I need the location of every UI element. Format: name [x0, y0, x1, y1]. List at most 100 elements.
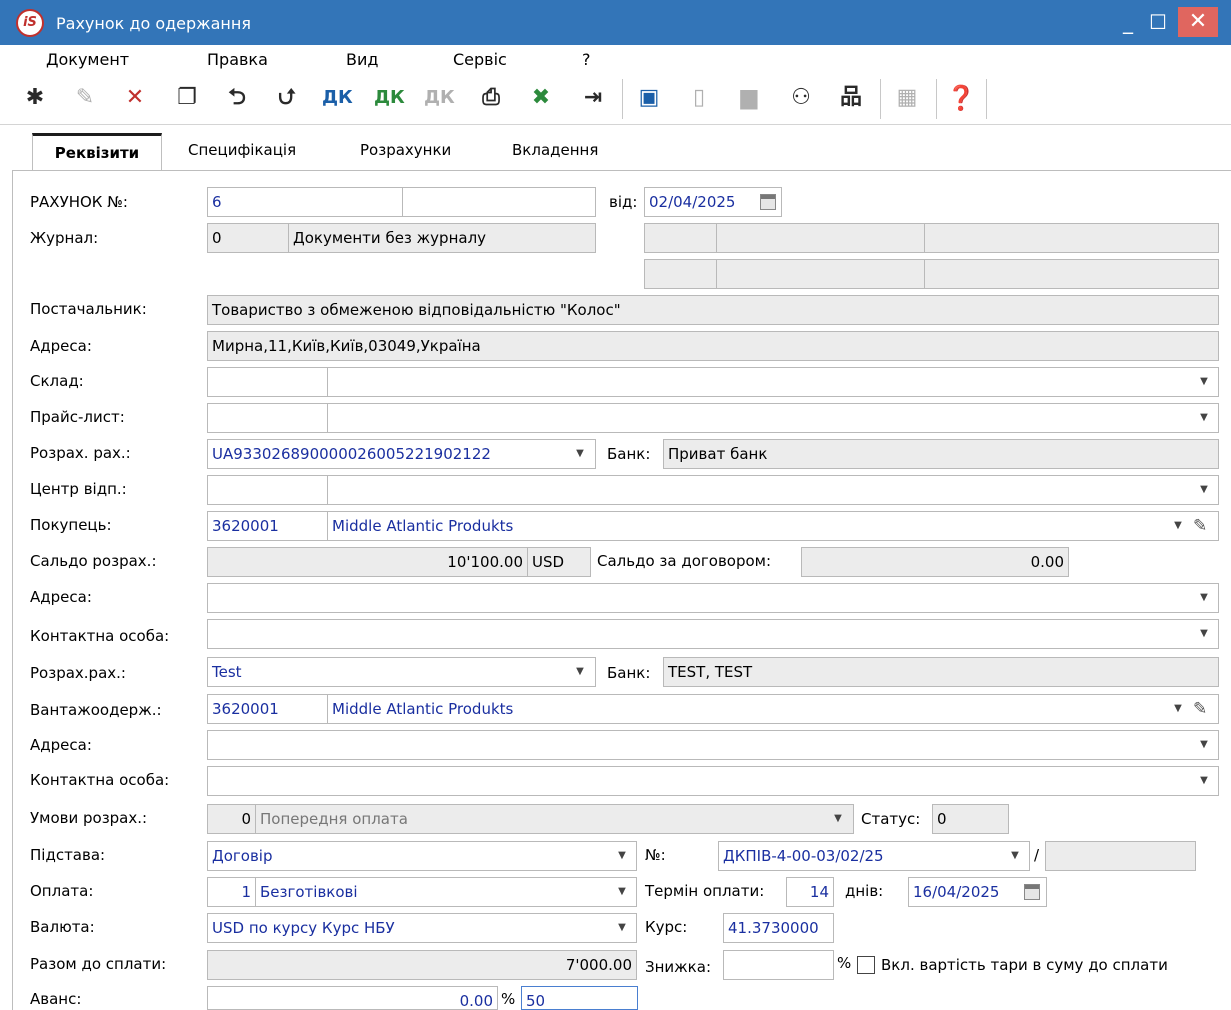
supplier-field: Товариство з обмеженою відповідальністю …	[207, 295, 1219, 325]
rate-label: Курс:	[645, 918, 688, 936]
extra-field	[924, 259, 1219, 289]
contract-number-select[interactable]: ДКПІВ-4-00-03/02/25	[718, 841, 1030, 871]
center-label: Центр відп.:	[30, 480, 127, 498]
chevron-down-icon[interactable]: ▼	[1196, 367, 1212, 397]
close-button[interactable]: ✕	[1178, 7, 1218, 37]
advance-percent-sign: %	[501, 990, 516, 1008]
payment-type-select[interactable]: Безготівкові	[255, 877, 637, 907]
chevron-down-icon[interactable]: ▼	[1196, 403, 1212, 433]
chevron-down-icon[interactable]: ▼	[572, 439, 588, 469]
buyer-address-select[interactable]	[207, 583, 1219, 613]
pricelist-code-input[interactable]	[207, 403, 328, 433]
chevron-down-icon[interactable]: ▼	[1007, 841, 1023, 871]
consignee-code-input[interactable]: 3620001	[207, 694, 328, 724]
basis-select[interactable]: Договір	[207, 841, 637, 871]
balance-currency-field: USD	[527, 547, 591, 577]
excel-export-icon[interactable]: ✖	[526, 83, 556, 113]
save-icon[interactable]: ▣	[634, 83, 664, 113]
chevron-down-icon[interactable]: ▼	[614, 913, 630, 943]
menu-bar: Документ Правка Вид Сервіс ?	[0, 45, 1231, 73]
toolbar-separator	[622, 79, 623, 119]
basis-label: Підстава:	[30, 846, 106, 864]
chevron-down-icon[interactable]: ▼	[1196, 583, 1212, 613]
buyer-account-select[interactable]: Test	[207, 657, 596, 687]
currency-label: Валюта:	[30, 918, 95, 936]
toolbar: ✱ ✎ ✕ ❐ ⮌ ⮍ ДК ДК ДК ⎙ ✖ ⇥ ▣ ▯ ▆ ⚇ 品 ▦ ❓	[0, 73, 1231, 125]
folder-icon[interactable]: ▆	[734, 83, 764, 113]
invoice-suffix-input[interactable]	[402, 187, 596, 217]
buyer-name-select[interactable]: Middle Atlantic Produkts	[327, 511, 1219, 541]
maximize-button[interactable]: ☐	[1140, 7, 1176, 37]
consignee-name-select[interactable]: Middle Atlantic Produkts	[327, 694, 1219, 724]
menu-edit[interactable]: Правка	[207, 50, 268, 69]
menu-service[interactable]: Сервіс	[453, 50, 507, 69]
slash-label: /	[1034, 846, 1040, 864]
menu-view[interactable]: Вид	[346, 50, 378, 69]
consignee-address-select[interactable]	[207, 730, 1219, 760]
account-select[interactable]: UA933026890000026005221902122	[207, 439, 596, 469]
dk-blue-icon[interactable]: ДК	[322, 83, 353, 113]
prev-doc-icon[interactable]: ⮌	[222, 83, 252, 113]
extra-field	[716, 259, 925, 289]
book-icon[interactable]: ▯	[684, 83, 714, 113]
payment-code-input[interactable]: 1	[207, 877, 256, 907]
tab-specification[interactable]: Специфікація	[172, 133, 312, 170]
new-doc-icon[interactable]: ✱	[20, 83, 50, 113]
edit-doc-icon[interactable]: ✎	[70, 83, 100, 113]
chevron-down-icon[interactable]: ▼	[1170, 511, 1186, 541]
tab-calculations[interactable]: Розрахунки	[344, 133, 467, 170]
calendar-icon[interactable]	[1024, 884, 1040, 900]
term-days-input[interactable]: 14	[786, 877, 834, 907]
chevron-down-icon[interactable]: ▼	[614, 877, 630, 907]
pricelist-name-select[interactable]	[327, 403, 1219, 433]
tab-requisites[interactable]: Реквізити	[32, 133, 162, 170]
buyer-code-input[interactable]: 3620001	[207, 511, 328, 541]
next-doc-icon[interactable]: ⮍	[272, 83, 302, 113]
user-link-icon[interactable]: ⚇	[786, 83, 816, 113]
buyer-contact-select[interactable]	[207, 619, 1219, 649]
pencil-icon[interactable]: ✎	[1193, 511, 1207, 541]
help-icon[interactable]: ❓	[946, 83, 976, 113]
buyer-address-label: Адреса:	[30, 588, 92, 606]
discount-input[interactable]	[723, 950, 834, 980]
terms-label: Умови розрах.:	[30, 809, 148, 827]
grid-icon[interactable]: ▦	[892, 83, 922, 113]
menu-help[interactable]: ?	[582, 50, 591, 69]
contract-balance-label: Сальдо за договором:	[597, 552, 772, 570]
tab-attachments[interactable]: Вкладення	[496, 133, 614, 170]
print-icon[interactable]: ⎙	[476, 83, 506, 113]
center-name-select[interactable]	[327, 475, 1219, 505]
chevron-down-icon[interactable]: ▼	[614, 841, 630, 871]
rate-input[interactable]: 41.3730000	[723, 913, 834, 943]
term-label: Термін оплати:	[645, 882, 765, 900]
exit-icon[interactable]: ⇥	[578, 83, 608, 113]
center-code-input[interactable]	[207, 475, 328, 505]
tare-checkbox[interactable]	[857, 956, 875, 974]
menu-document[interactable]: Документ	[46, 50, 129, 69]
total-field: 7'000.00	[207, 950, 637, 980]
chevron-down-icon[interactable]: ▼	[1196, 619, 1212, 649]
advance-input[interactable]: 0.00	[207, 986, 498, 1010]
warehouse-name-select[interactable]	[327, 367, 1219, 397]
hierarchy-icon[interactable]: 品	[836, 83, 866, 113]
chevron-down-icon[interactable]: ▼	[1196, 766, 1212, 796]
contract-suffix-field	[1045, 841, 1196, 871]
warehouse-label: Склад:	[30, 372, 84, 390]
delete-doc-icon[interactable]: ✕	[120, 83, 150, 113]
terms-code-field: 0	[207, 804, 256, 834]
advance-percent-input[interactable]: 50	[521, 986, 638, 1010]
pencil-icon[interactable]: ✎	[1193, 694, 1207, 724]
chevron-down-icon[interactable]: ▼	[1196, 730, 1212, 760]
chevron-down-icon[interactable]: ▼	[1170, 694, 1186, 724]
dk-gray-icon[interactable]: ДК	[424, 83, 455, 113]
warehouse-code-input[interactable]	[207, 367, 328, 397]
calendar-icon[interactable]	[760, 194, 776, 210]
chevron-down-icon[interactable]: ▼	[572, 657, 588, 687]
copy-doc-icon[interactable]: ❐	[172, 83, 202, 113]
dk-green-icon[interactable]: ДК	[374, 83, 405, 113]
currency-select[interactable]: USD по курсу Курс НБУ	[207, 913, 637, 943]
chevron-down-icon[interactable]: ▼	[1196, 475, 1212, 505]
invoice-number-input[interactable]: 6	[207, 187, 403, 217]
journal-code-field: 0	[207, 223, 289, 253]
consignee-contact-select[interactable]	[207, 766, 1219, 796]
